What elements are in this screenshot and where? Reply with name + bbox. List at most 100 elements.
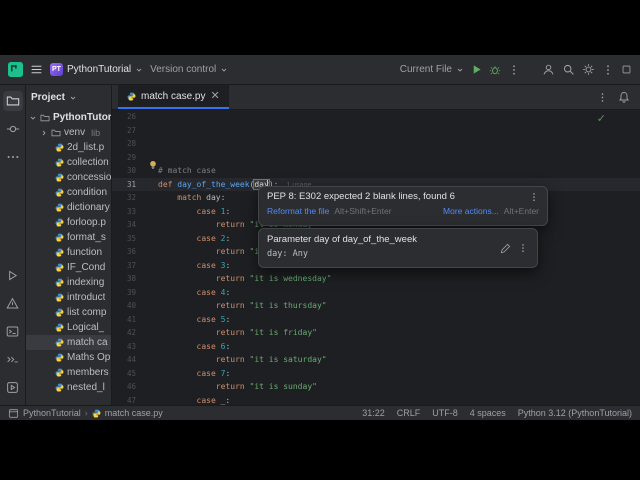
code-line[interactable]: 45 case 7:	[112, 367, 640, 381]
tree-item-file[interactable]: function	[26, 245, 111, 260]
python-console-tool-button[interactable]	[3, 349, 23, 369]
code-line[interactable]: 43 case 6:	[112, 340, 640, 354]
tree-item-file[interactable]: introduct	[26, 290, 111, 305]
more-actions-link[interactable]: More actions...	[443, 206, 499, 216]
run-more-button[interactable]	[508, 64, 520, 76]
more-vertical-button[interactable]	[602, 64, 614, 76]
project-selector[interactable]: PT PythonTutorial	[50, 63, 143, 76]
tree-item-file[interactable]: Logical_	[26, 320, 111, 335]
chevron-right-icon[interactable]	[40, 129, 48, 137]
code-line[interactable]: 47 case _:	[112, 394, 640, 406]
status-widget[interactable]: 31:22	[362, 408, 385, 418]
run-config-label: Current File	[399, 64, 452, 75]
tree-item-label: introduct	[67, 292, 106, 303]
breadcrumb-project[interactable]: PythonTutorial	[23, 408, 81, 418]
line-number[interactable]: 27	[112, 126, 146, 135]
line-number[interactable]: 40	[112, 301, 146, 310]
run-config-selector[interactable]: Current File	[400, 64, 464, 75]
line-number[interactable]: 45	[112, 369, 146, 378]
tree-item-file[interactable]: Maths Op	[26, 350, 111, 365]
debug-button[interactable]	[489, 64, 501, 76]
tool-window-icon[interactable]	[8, 408, 19, 419]
line-number[interactable]: 38	[112, 274, 146, 283]
code-line[interactable]: 41 case 5:	[112, 313, 640, 327]
services-tool-button[interactable]	[3, 377, 23, 397]
tree-item-file[interactable]: format_s	[26, 230, 111, 245]
tree-item-file[interactable]: indexing	[26, 275, 111, 290]
breadcrumb-file[interactable]: match case.py	[105, 408, 163, 418]
status-widget[interactable]: CRLF	[397, 408, 421, 418]
run-button[interactable]	[471, 64, 482, 75]
code-line[interactable]: 26	[112, 110, 640, 124]
tree-item-file[interactable]: forloop.p	[26, 215, 111, 230]
editor-more-button[interactable]	[597, 92, 608, 103]
tree-item-label: concessio	[67, 172, 111, 183]
chevron-down-icon[interactable]	[29, 114, 37, 122]
project-panel-header[interactable]: Project	[26, 85, 111, 110]
code-line[interactable]: 39 case 4:	[112, 286, 640, 300]
vcs-widget[interactable]: Version control	[150, 64, 228, 75]
line-number[interactable]: 32	[112, 193, 146, 202]
code-line[interactable]: 44 return "it is saturday"	[112, 353, 640, 367]
tree-item-file[interactable]: match ca	[26, 335, 111, 350]
line-number[interactable]: 30	[112, 166, 146, 175]
line-number[interactable]: 35	[112, 234, 146, 243]
line-number[interactable]: 47	[112, 396, 146, 405]
code-line[interactable]: 42 return "it is friday"	[112, 326, 640, 340]
project-tool-button[interactable]	[2, 91, 23, 111]
tab-match-case[interactable]: match case.py ✕	[118, 85, 229, 109]
line-number[interactable]: 43	[112, 342, 146, 351]
line-number[interactable]: 46	[112, 382, 146, 391]
problems-tool-button[interactable]	[3, 293, 23, 313]
notifications-icon[interactable]	[618, 91, 630, 103]
tree-item-file[interactable]: IF_Cond	[26, 260, 111, 275]
code-line[interactable]: 38 return "it is wednesday"	[112, 272, 640, 286]
main-menu-button[interactable]	[30, 63, 43, 76]
status-widget[interactable]: 4 spaces	[470, 408, 506, 418]
reformat-file-link[interactable]: Reformat the file	[267, 206, 329, 216]
user-icon[interactable]	[542, 63, 555, 76]
line-number[interactable]: 28	[112, 139, 146, 148]
tree-item-file[interactable]: concessio	[26, 170, 111, 185]
edit-icon[interactable]	[500, 243, 511, 254]
code-line[interactable]: 27	[112, 124, 640, 138]
code-line[interactable]: 28	[112, 137, 640, 151]
tree-item-venv[interactable]: venv lib	[26, 125, 111, 140]
code-line[interactable]: 46 return "it is sunday"	[112, 380, 640, 394]
line-number[interactable]: 31	[112, 180, 146, 189]
code-line[interactable]: 40 return "it is thursday"	[112, 299, 640, 313]
code-line[interactable]: 29	[112, 151, 640, 165]
settings-icon[interactable]	[582, 63, 595, 76]
tree-item-root[interactable]: PythonTutorial	[26, 110, 111, 125]
line-number[interactable]: 34	[112, 220, 146, 229]
code-line[interactable]: 30 # match case	[112, 164, 640, 178]
line-number[interactable]: 44	[112, 355, 146, 364]
search-icon[interactable]	[562, 63, 575, 76]
status-widget[interactable]: UTF-8	[432, 408, 458, 418]
line-number[interactable]: 41	[112, 315, 146, 324]
tree-item-file[interactable]: list comp	[26, 305, 111, 320]
tree-item-file[interactable]: nested_l	[26, 380, 111, 395]
terminal-tool-button[interactable]	[3, 321, 23, 341]
more-tools-button[interactable]	[3, 147, 23, 167]
popup-more-button[interactable]	[529, 192, 539, 202]
line-number[interactable]: 42	[112, 328, 146, 337]
maximize-button[interactable]	[621, 64, 632, 75]
status-widget[interactable]: Python 3.12 (PythonTutorial)	[518, 408, 632, 418]
line-number[interactable]: 26	[112, 112, 146, 121]
line-number[interactable]: 29	[112, 153, 146, 162]
line-number[interactable]: 37	[112, 261, 146, 270]
line-number[interactable]: 33	[112, 207, 146, 216]
tree-item-file[interactable]: condition	[26, 185, 111, 200]
tree-item-file[interactable]: collection	[26, 155, 111, 170]
commit-tool-button[interactable]	[3, 119, 23, 139]
line-number[interactable]: 39	[112, 288, 146, 297]
tree-item-file[interactable]: members	[26, 365, 111, 380]
popup-more-button[interactable]	[518, 243, 528, 253]
tree-item-file[interactable]: 2d_list.p	[26, 140, 111, 155]
line-number[interactable]: 36	[112, 247, 146, 256]
tree-item-file[interactable]: dictionary	[26, 200, 111, 215]
folder-icon	[40, 113, 50, 123]
run-tool-button[interactable]	[3, 265, 23, 285]
tree-item-label: format_s	[67, 232, 106, 243]
